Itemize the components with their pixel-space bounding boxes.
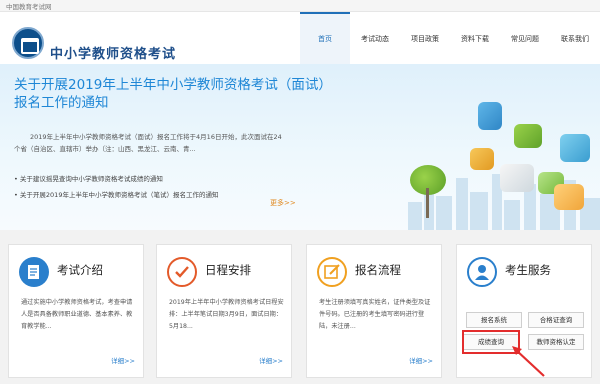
top-strip: 中国教育考试网: [0, 0, 600, 12]
news-item[interactable]: 关于开展2019年上半年中小学教师资格考试（笔试）报名工作的通知: [14, 187, 219, 203]
certificate-query-button[interactable]: 合格证查询: [528, 312, 584, 328]
banner-description: 2019年上半年中小学教师资格考试（面试）报名工作将于4月16日开始，此次面试在…: [14, 133, 282, 153]
edit-icon: [317, 257, 347, 287]
top-strip-text: 中国教育考试网: [6, 3, 52, 11]
nav-home[interactable]: 首页: [300, 12, 350, 64]
main-nav: 首页 考试动态 项目政策 资料下载 常见问题 联系我们: [300, 12, 600, 64]
card-text: 2019年上半年中小学教师资格考试日程安排：上半年笔试日期3月9日，面试日期：5…: [169, 299, 284, 330]
card-schedule: 日程安排 2019年上半年中小学教师资格考试日程安排：上半年笔试日期3月9日，面…: [156, 244, 292, 378]
checkmark-icon: [167, 257, 197, 287]
red-arrow-annotation: [512, 346, 545, 377]
card-registration: 报名流程 考生注册须填写真实姓名，证件类型及证件号码。已注册的考生填写密码进行登…: [306, 244, 442, 378]
card-text: 通过实施中小学教师资格考试，考查申请人是否具备教师职业道德、基本素养、教育教学能…: [21, 299, 133, 330]
service-cards: 考试介绍 通过实施中小学教师资格考试，考查申请人是否具备教师职业道德、基本素养、…: [8, 244, 592, 378]
card-title[interactable]: 考生服务: [505, 262, 551, 278]
folder-3d-icon: [554, 184, 584, 210]
card-title[interactable]: 考试介绍: [57, 262, 103, 278]
document-pencil-icon: [19, 257, 49, 287]
person-service-icon: [467, 257, 497, 287]
nav-exam-news[interactable]: 考试动态: [350, 12, 400, 64]
card-title[interactable]: 日程安排: [205, 262, 251, 278]
calculator-3d-icon: [470, 148, 494, 170]
card-exam-intro: 考试介绍 通过实施中小学教师资格考试，考查申请人是否具备教师职业道德、基本素养、…: [8, 244, 144, 378]
tree-trunk: [426, 188, 429, 218]
card-title[interactable]: 报名流程: [355, 262, 401, 278]
nav-contact[interactable]: 联系我们: [550, 12, 600, 64]
card-more-link[interactable]: 详细>>: [111, 355, 135, 365]
banner-more-link[interactable]: 更多>>: [270, 198, 296, 208]
news-item[interactable]: 关于建议摇晃查询中小学教师资格考试成绩的通知: [14, 171, 218, 187]
box-3d-icon: [560, 134, 590, 162]
registration-system-button[interactable]: 报名系统: [466, 312, 522, 328]
card-more-link[interactable]: 详细>>: [259, 355, 283, 365]
clapboard-3d-icon: [514, 124, 542, 148]
nav-faq[interactable]: 常见问题: [500, 12, 550, 64]
nav-downloads[interactable]: 资料下载: [450, 12, 500, 64]
nav-policy[interactable]: 项目政策: [400, 12, 450, 64]
banner-news-list: 关于建议摇晃查询中小学教师资格考试成绩的通知 关于开展2019年上半年中小学教师…: [14, 171, 219, 203]
site-logo[interactable]: [12, 27, 44, 59]
banner-headline[interactable]: 关于开展2019年上半年中小学教师资格考试（面试）报名工作的通知: [14, 76, 344, 112]
screen-3d-icon: [500, 164, 534, 192]
site-title[interactable]: 中小学教师资格考试: [50, 43, 176, 62]
card-text: 考生注册须填写真实姓名，证件类型及证件号码。已注册的考生填写密码进行登陆，未注册…: [319, 299, 431, 330]
card-more-link[interactable]: 详细>>: [409, 355, 433, 365]
book-3d-icon: [478, 102, 502, 130]
